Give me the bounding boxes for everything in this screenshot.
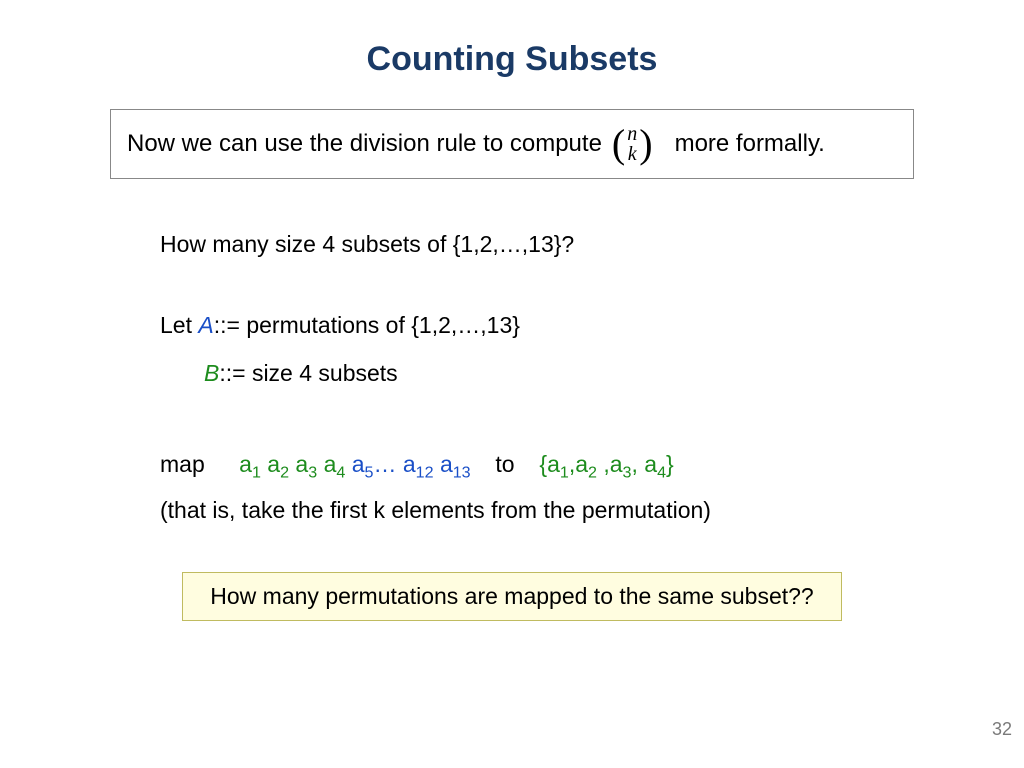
binom-bottom: k	[628, 144, 637, 164]
slide-content: How many size 4 subsets of {1,2,…,13}? L…	[160, 227, 904, 528]
map-to: to	[495, 451, 514, 477]
paren-left: (	[612, 128, 625, 160]
subset-result: {a1,a2 ,a3, a4}	[539, 451, 673, 477]
binom-top: n	[627, 124, 637, 144]
let-b-rest: ::= size 4 subsets	[219, 360, 397, 386]
let-a-pre: Let	[160, 312, 198, 338]
slide-title: Counting Subsets	[60, 40, 964, 79]
slide-container: Counting Subsets Now we can use the divi…	[0, 0, 1024, 768]
binomial-symbol: ( n k )	[612, 124, 653, 164]
page-number: 32	[992, 719, 1012, 740]
paren-right: )	[639, 128, 652, 160]
mapping-explain: (that is, take the first k elements from…	[160, 493, 904, 528]
perm-first-four: a1 a2 a3 a4	[239, 451, 345, 477]
let-a-rest: ::= permutations of {1,2,…,13}	[214, 312, 520, 338]
highlighted-question-box: How many permutations are mapped to the …	[182, 572, 842, 621]
intro-before: Now we can use the division rule to comp…	[127, 130, 602, 158]
definition-a: Let A::= permutations of {1,2,…,13}	[160, 308, 904, 343]
perm-rest: a5… a12 a13	[352, 451, 471, 477]
intro-statement-box: Now we can use the division rule to comp…	[110, 109, 914, 179]
map-label: map	[160, 451, 205, 477]
definition-b: B::= size 4 subsets	[204, 356, 904, 391]
var-b: B	[204, 360, 219, 386]
var-a: A	[198, 312, 213, 338]
question-subsets: How many size 4 subsets of {1,2,…,13}?	[160, 227, 904, 262]
intro-after: more formally.	[675, 130, 825, 158]
mapping-line: map a1 a2 a3 a4 a5… a12 a13 to {a1,a2 ,a…	[160, 447, 904, 482]
